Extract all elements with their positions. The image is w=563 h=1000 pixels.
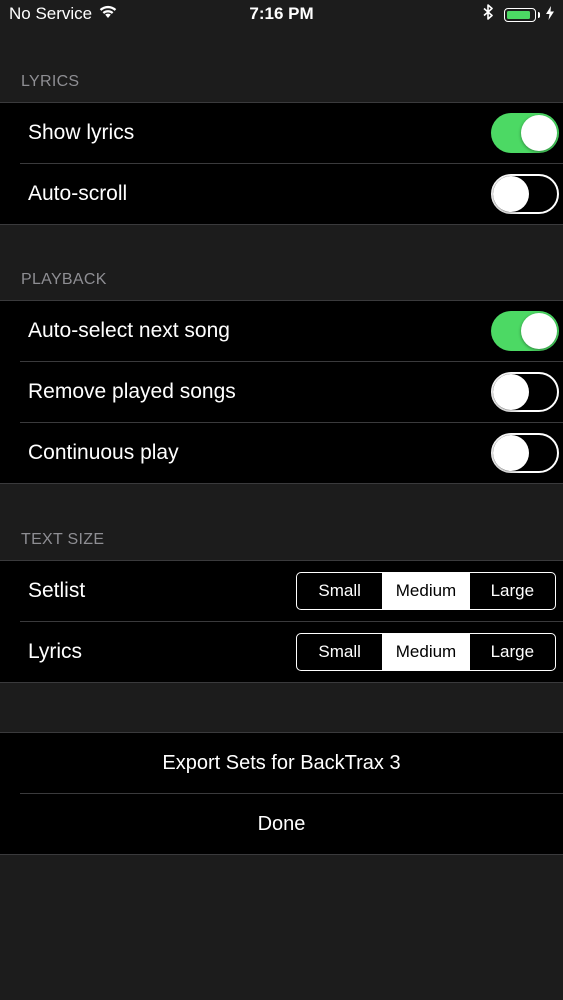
toggle-knob xyxy=(493,374,529,410)
segment-small[interactable]: Small xyxy=(297,634,384,670)
segment-medium[interactable]: Medium xyxy=(383,634,470,670)
row-continuous-play: Continuous play xyxy=(20,423,563,483)
setlist-size-segmented: Small Medium Large xyxy=(296,572,556,610)
battery-cap xyxy=(537,11,540,18)
status-right xyxy=(483,4,554,25)
bluetooth-icon xyxy=(483,4,494,25)
remove-played-label: Remove played songs xyxy=(28,380,236,403)
lyrics-group: Show lyrics Auto-scroll xyxy=(0,102,563,225)
status-time: 7:16 PM xyxy=(249,4,314,23)
row-show-lyrics: Show lyrics xyxy=(20,103,563,164)
lyrics-size-segmented: Small Medium Large xyxy=(296,633,556,671)
toggle-knob xyxy=(521,313,557,349)
continuous-play-toggle[interactable] xyxy=(491,433,559,473)
remove-played-toggle[interactable] xyxy=(491,372,559,412)
auto-select-label: Auto-select next song xyxy=(28,319,230,342)
section-header-playback: PLAYBACK xyxy=(21,271,107,288)
export-sets-button[interactable]: Export Sets for BackTrax 3 xyxy=(20,733,563,794)
row-auto-scroll: Auto-scroll xyxy=(20,164,563,224)
setlist-size-label: Setlist xyxy=(28,579,86,602)
segment-large[interactable]: Large xyxy=(470,634,555,670)
show-lyrics-label: Show lyrics xyxy=(28,121,135,144)
row-lyrics-size: Lyrics Small Medium Large xyxy=(20,622,563,682)
battery-fill xyxy=(507,10,531,19)
segment-large[interactable]: Large xyxy=(470,573,555,609)
section-header-text-size: TEXT SIZE xyxy=(21,531,105,548)
continuous-play-label: Continuous play xyxy=(28,441,179,464)
toggle-knob xyxy=(521,115,557,151)
lyrics-size-label: Lyrics xyxy=(28,640,83,663)
row-remove-played: Remove played songs xyxy=(20,362,563,423)
auto-scroll-toggle[interactable] xyxy=(491,174,559,214)
section-header-lyrics: LYRICS xyxy=(21,73,80,90)
auto-select-toggle[interactable] xyxy=(491,311,559,351)
segment-medium[interactable]: Medium xyxy=(383,573,470,609)
row-setlist-size: Setlist Small Medium Large xyxy=(20,561,563,622)
actions-group: Export Sets for BackTrax 3 Done xyxy=(0,732,563,855)
done-button[interactable]: Done xyxy=(20,794,563,854)
export-sets-label: Export Sets for BackTrax 3 xyxy=(162,752,401,774)
row-auto-select: Auto-select next song xyxy=(20,301,563,362)
status-bar: No Service 7:16 PM xyxy=(0,0,563,30)
toggle-knob xyxy=(493,176,529,212)
toggle-knob xyxy=(493,435,529,471)
done-label: Done xyxy=(257,813,306,835)
charging-bolt-icon xyxy=(546,5,554,25)
settings-screen: No Service 7:16 PM LYRICS Show lyrics Au… xyxy=(0,0,563,1000)
segment-small[interactable]: Small xyxy=(297,573,384,609)
battery-icon xyxy=(504,7,540,22)
auto-scroll-label: Auto-scroll xyxy=(28,182,128,205)
playback-group: Auto-select next song Remove played song… xyxy=(0,300,563,484)
show-lyrics-toggle[interactable] xyxy=(491,113,559,153)
text-size-group: Setlist Small Medium Large Lyrics Small … xyxy=(0,560,563,683)
